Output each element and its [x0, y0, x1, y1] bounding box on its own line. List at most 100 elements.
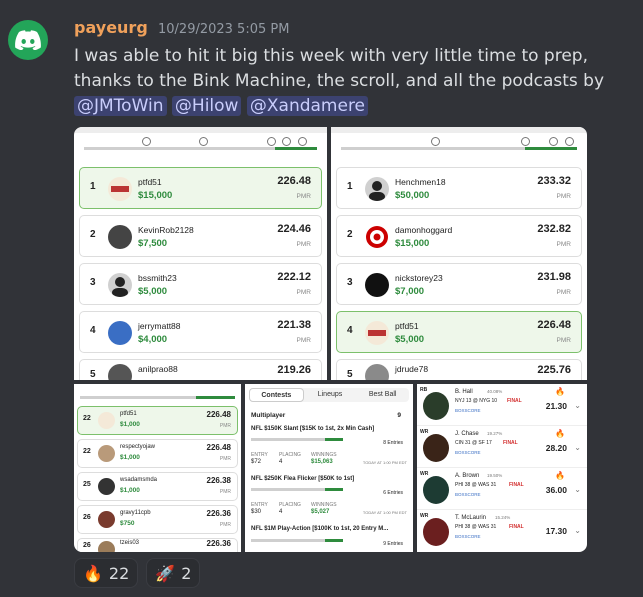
mention-hilow[interactable]: @Hilow	[171, 96, 242, 116]
leaderboard-row[interactable]: 4 ptfd51 $5,000 226.48 PMR	[336, 311, 582, 353]
row-username[interactable]: damonhoggard	[395, 225, 452, 235]
player-row[interactable]: WR T. McLaurin 15.24% PHI 38 @ WAS 31 FI…	[417, 510, 587, 552]
contest-entries[interactable]: 9 Entries	[383, 541, 403, 547]
contest-title[interactable]: NFL $250K Flea Flicker [$50K to 1st]	[251, 476, 354, 482]
boxscore-link[interactable]: BOXSCORE	[455, 450, 481, 455]
leaderboard-row[interactable]: 2 KevinRob2128 $7,500 224.46 PMR	[79, 215, 322, 257]
boxscore-link[interactable]: BOXSCORE	[455, 492, 481, 497]
row-rank: 22	[83, 415, 91, 422]
mention-jmtowin[interactable]: @JMToWin	[74, 96, 167, 116]
leaderboard-row[interactable]: 22 ptfd51 $1,000 226.48 PMR	[77, 406, 238, 435]
mention-xandamere[interactable]: @Xandamere	[246, 96, 369, 116]
progress-slider	[341, 147, 577, 150]
slider-knob	[142, 137, 151, 146]
row-username[interactable]: Henchmen18	[395, 177, 446, 187]
discord-avatar-icon[interactable]	[8, 20, 48, 60]
player-name[interactable]: T. McLaurin	[455, 515, 486, 521]
row-username[interactable]: nickstorey23	[395, 273, 443, 283]
player-game: PHI 38 @ WAS 31	[455, 482, 497, 488]
tab-lineups[interactable]: Lineups	[304, 388, 357, 402]
row-username[interactable]: respectyojaw	[120, 444, 155, 450]
image-player-scores[interactable]: RB B. Hall 40.08% NYJ 13 @ NYG 10 FINAL …	[417, 384, 587, 552]
row-prize: $7,500	[138, 238, 168, 249]
row-username[interactable]: jdrude78	[395, 364, 428, 374]
row-username[interactable]: ptfd51	[138, 177, 162, 187]
leaderboard-row[interactable]: 5 anilprao88 219.26	[79, 359, 322, 380]
reaction-rocket[interactable]: 🚀 2	[146, 558, 201, 588]
message-author[interactable]: payeurg	[74, 18, 148, 37]
player-name[interactable]: B. Hall	[455, 389, 473, 395]
leaderboard-row[interactable]: 26 tzeis03 226.36	[77, 538, 238, 552]
image-contests-list[interactable]: Contests Lineups Best Ball Multiplayer 9…	[245, 384, 413, 552]
leaderboard-row[interactable]: 1 ptfd51 $15,000 226.48 PMR	[79, 167, 322, 209]
player-game: CIN 31 @ SF 17	[455, 440, 492, 446]
row-pmr: PMR	[219, 489, 231, 495]
player-name[interactable]: J. Chase	[455, 431, 479, 437]
user-avatar	[365, 273, 389, 297]
row-username[interactable]: anilprao88	[138, 364, 178, 374]
placing-label: PLACING	[279, 502, 301, 508]
user-avatar	[108, 321, 132, 345]
leaderboard-row[interactable]: 1 Henchmen18 $50,000 233.32 PMR	[336, 167, 582, 209]
leaderboard-row[interactable]: 22 respectyojaw $1,000 226.48 PMR	[77, 439, 238, 468]
row-rank: 26	[83, 542, 91, 549]
contest-placing: 4	[279, 459, 283, 465]
row-username[interactable]: wsadamsmda	[120, 477, 157, 483]
leaderboard-row[interactable]: 26 gravy11cpb $750 226.36 PMR	[77, 505, 238, 534]
row-username[interactable]: tzeis03	[120, 540, 139, 546]
image-leaderboard-small[interactable]: 22 ptfd51 $1,000 226.48 PMR 22 respectyo…	[74, 384, 241, 552]
row-rank: 1	[347, 181, 353, 192]
contest-entries[interactable]: 6 Entries	[383, 490, 403, 496]
leaderboard-row[interactable]: 5 jdrude78 225.76	[336, 359, 582, 380]
progress-slider	[80, 396, 235, 399]
slider-knob	[282, 137, 291, 146]
player-row[interactable]: WR J. Chase 19.27% CIN 31 @ SF 17 FINAL …	[417, 426, 587, 468]
one-week-season-logo-icon	[365, 321, 389, 345]
chevron-down-icon[interactable]: ⌄	[574, 443, 581, 452]
player-headshot	[423, 518, 449, 546]
row-username[interactable]: ptfd51	[120, 411, 137, 417]
boxscore-link[interactable]: BOXSCORE	[455, 534, 481, 539]
rocket-emoji-icon: 🚀	[155, 563, 176, 583]
tab-contests[interactable]: Contests	[249, 388, 304, 402]
image-leaderboard-flea-flicker[interactable]: 1 Henchmen18 $50,000 233.32 PMR 2 damonh…	[331, 127, 587, 380]
row-pmr: PMR	[556, 241, 571, 248]
player-row[interactable]: WR A. Brown 19.50% PHI 38 @ WAS 31 FINAL…	[417, 468, 587, 510]
row-score: 222.12	[277, 271, 311, 283]
image-leaderboard-slant[interactable]: 1 ptfd51 $15,000 226.48 PMR 2 KevinRob21…	[74, 127, 327, 380]
slider-knob	[431, 137, 440, 146]
chevron-down-icon[interactable]: ⌄	[574, 526, 581, 535]
row-username[interactable]: jerrymatt88	[138, 321, 181, 331]
row-rank: 4	[347, 325, 353, 336]
user-avatar	[98, 541, 115, 552]
section-count[interactable]: 9	[397, 412, 401, 419]
contest-title[interactable]: NFL $1M Play-Action [$100K to 1st, 20 En…	[251, 526, 388, 532]
row-rank: 26	[83, 514, 91, 521]
contest-entries[interactable]: 8 Entries	[383, 440, 403, 446]
player-name[interactable]: A. Brown	[455, 473, 479, 479]
row-username[interactable]: KevinRob2128	[138, 225, 194, 235]
chevron-down-icon[interactable]: ⌄	[574, 485, 581, 494]
user-avatar	[108, 364, 132, 380]
player-row[interactable]: RB B. Hall 40.08% NYJ 13 @ NYG 10 FINAL …	[417, 384, 587, 426]
leaderboard-row[interactable]: 4 jerrymatt88 $4,000 221.38 PMR	[79, 311, 322, 353]
row-username[interactable]: bssmith23	[138, 273, 177, 283]
leaderboard-row[interactable]: 3 nickstorey23 $7,000 231.98 PMR	[336, 263, 582, 305]
row-username[interactable]: ptfd51	[395, 321, 419, 331]
row-username[interactable]: gravy11cpb	[120, 510, 151, 516]
leaderboard-row[interactable]: 2 damonhoggard $15,000 232.82 PMR	[336, 215, 582, 257]
slider-knob	[521, 137, 530, 146]
boxscore-link[interactable]: BOXSCORE	[455, 408, 481, 413]
tab-best-ball[interactable]: Best Ball	[356, 388, 409, 402]
chevron-down-icon[interactable]: ⌄	[574, 401, 581, 410]
leaderboard-row[interactable]: 3 bssmith23 $5,000 222.12 PMR	[79, 263, 322, 305]
row-score: 226.36	[206, 539, 231, 548]
contest-title[interactable]: NFL $150K Slant [$15K to 1st, 2x Min Cas…	[251, 426, 374, 432]
leaderboard-row[interactable]: 25 wsadamsmda $1,000 226.38 PMR	[77, 472, 238, 501]
player-points: 36.00	[545, 485, 567, 495]
fire-icon: 🔥	[555, 429, 565, 438]
one-week-season-logo-icon	[98, 412, 115, 429]
row-score: 226.36	[206, 509, 231, 518]
player-headshot	[423, 476, 449, 504]
reaction-fire[interactable]: 🔥 22	[74, 558, 139, 588]
